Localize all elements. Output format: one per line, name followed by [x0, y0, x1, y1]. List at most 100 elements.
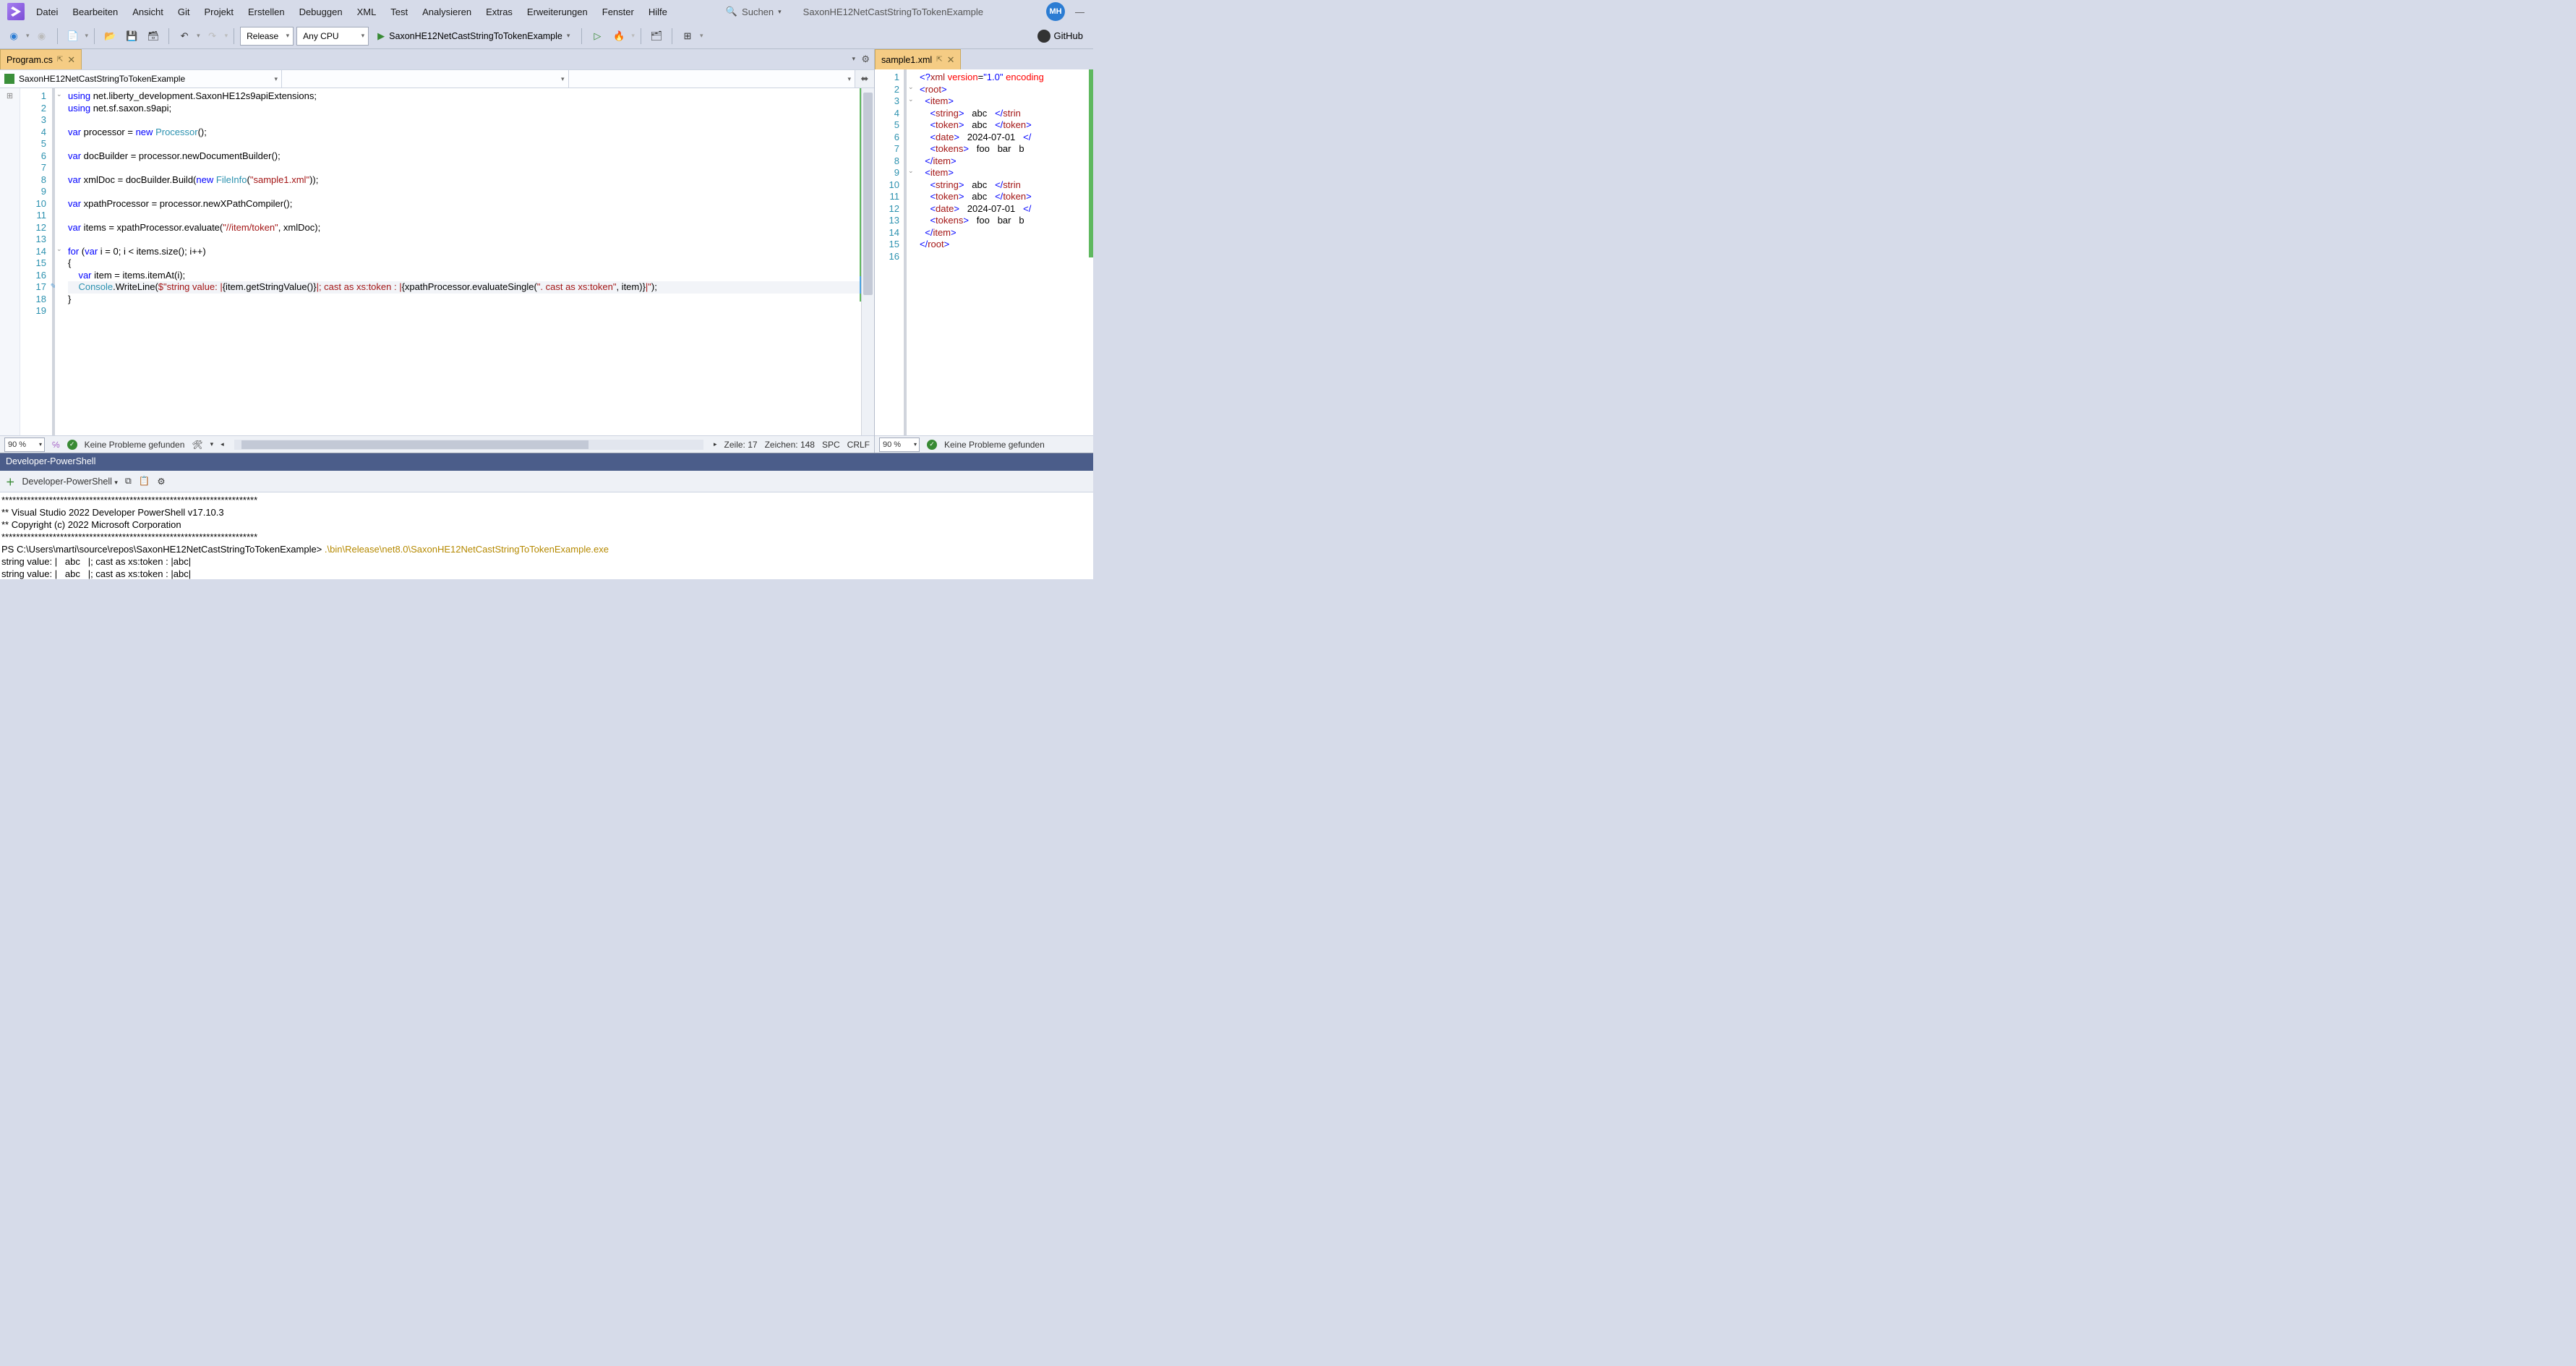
tab-label: sample1.xml: [881, 55, 932, 65]
xml-change-indicator: [1089, 69, 1093, 257]
horizontal-scrollbar[interactable]: [234, 440, 703, 450]
hscroll-right-button[interactable]: ▸: [714, 440, 717, 448]
zoom-combo[interactable]: 90 %: [4, 437, 45, 452]
menu-hilfe[interactable]: Hilfe: [641, 2, 675, 22]
main-toolbar: ◉ ▾ ◉ 📄 ▾ 📂 💾 🗃 ↶ ▾ ↷ ▾ Release Any CPU …: [0, 23, 1093, 49]
menu-projekt[interactable]: Projekt: [197, 2, 241, 22]
indicator-margin: ⊞: [0, 88, 20, 435]
settings-icon[interactable]: ⚙: [157, 476, 165, 487]
save-button[interactable]: 💾: [122, 27, 141, 46]
terminal-output[interactable]: ****************************************…: [0, 492, 1093, 579]
redo-button: ↷: [203, 27, 222, 46]
zoom-combo[interactable]: 90 %: [879, 437, 920, 452]
chevron-down-icon: ▾: [778, 8, 782, 16]
menubar: DateiBearbeitenAnsichtGitProjektErstelle…: [0, 0, 1093, 23]
left-tab-row: Program.cs ⇱ ✕ ▾ ⚙: [0, 49, 874, 69]
pin-icon[interactable]: ⇱: [936, 56, 942, 64]
vertical-scrollbar[interactable]: [861, 88, 874, 435]
undo-button[interactable]: ↶: [175, 27, 194, 46]
menu-git[interactable]: Git: [171, 2, 197, 22]
github-label: GitHub: [1054, 30, 1083, 41]
menu-erweiterungen[interactable]: Erweiterungen: [520, 2, 595, 22]
nav-project-combo[interactable]: SaxonHE12NetCastStringToTokenExample: [0, 70, 282, 87]
tab-sample-xml[interactable]: sample1.xml ⇱ ✕: [875, 49, 961, 69]
xml-line-gutter: 12345678910111213141516: [875, 69, 907, 435]
split-editor-button[interactable]: ⬌: [855, 70, 874, 87]
start-debug-button[interactable]: ▶ SaxonHE12NetCastStringToTokenExample ▾: [372, 27, 575, 46]
menu-test[interactable]: Test: [383, 2, 415, 22]
code-content[interactable]: using net.liberty_development.SaxonHE12s…: [65, 88, 861, 435]
nav-back-button[interactable]: ◉: [4, 27, 23, 46]
nav-type-combo[interactable]: [282, 70, 569, 87]
close-icon[interactable]: ✕: [67, 54, 75, 66]
left-status-bar: 90 % ℅ ✓ Keine Probleme gefunden 🛠 ▾ ◂ ▸…: [0, 435, 874, 453]
ok-icon: ✓: [927, 440, 937, 450]
hot-reload-button: 🔥: [609, 27, 628, 46]
menu-debuggen[interactable]: Debuggen: [292, 2, 350, 22]
github-icon: [1037, 30, 1050, 43]
tab-overflow-button[interactable]: ▾: [852, 55, 855, 63]
paste-icon[interactable]: 📋: [139, 476, 150, 487]
menu-datei[interactable]: Datei: [29, 2, 65, 22]
bottom-panel: Developer-PowerShell ＋ Developer-PowerSh…: [0, 453, 1093, 579]
add-terminal-button[interactable]: ＋: [6, 474, 15, 488]
left-editor-pane: Program.cs ⇱ ✕ ▾ ⚙ SaxonHE12NetCastStrin…: [0, 49, 875, 453]
editor-settings-button[interactable]: ⚙: [861, 54, 870, 65]
close-icon[interactable]: ✕: [947, 54, 955, 66]
spc-indicator[interactable]: SPC: [822, 440, 840, 450]
xml-outline-margin[interactable]: ⌄ ⌄ ⌄: [907, 69, 917, 435]
code-editor[interactable]: ⊞ 1234567891011121314151617✎1819 ⌄ ⌄ usi…: [0, 88, 874, 435]
github-button[interactable]: GitHub: [1032, 30, 1089, 43]
start-without-debug-button[interactable]: ▷: [588, 27, 607, 46]
search-box[interactable]: 🔍 Suchen ▾: [719, 6, 789, 17]
browse-button[interactable]: 🗂: [647, 27, 666, 46]
nav-forward-button: ◉: [33, 27, 51, 46]
xml-editor[interactable]: 12345678910111213141516 ⌄ ⌄ ⌄ <?xml vers…: [875, 69, 1093, 435]
line-number-gutter: 1234567891011121314151617✎1819: [20, 88, 55, 435]
screwdriver-icon[interactable]: 🛠: [192, 440, 202, 450]
start-target-label: SaxonHE12NetCastStringToTokenExample: [389, 31, 562, 41]
workspace: Program.cs ⇱ ✕ ▾ ⚙ SaxonHE12NetCastStrin…: [0, 49, 1093, 453]
menu-ansicht[interactable]: Ansicht: [125, 2, 171, 22]
right-status-bar: 90 % ✓ Keine Probleme gefunden: [875, 435, 1093, 453]
pin-icon[interactable]: ⇱: [57, 56, 63, 64]
ok-icon: ✓: [67, 440, 77, 450]
solution-title: SaxonHE12NetCastStringToTokenExample: [789, 7, 998, 17]
play-icon: ▶: [377, 30, 385, 42]
configuration-combo[interactable]: Release: [240, 27, 294, 46]
line-indicator[interactable]: Zeile: 17: [724, 440, 758, 450]
vs-logo-icon[interactable]: [7, 3, 25, 20]
outline-margin[interactable]: ⌄ ⌄: [55, 88, 65, 435]
open-button[interactable]: 📂: [100, 27, 119, 46]
hscroll-left-button[interactable]: ◂: [221, 440, 224, 448]
terminal-dropdown[interactable]: Developer-PowerShell ▾: [22, 477, 118, 487]
problems-label[interactable]: Keine Probleme gefunden: [85, 440, 185, 450]
csharp-icon: [4, 74, 14, 84]
panel-title[interactable]: Developer-PowerShell: [0, 453, 1093, 471]
menu-extras[interactable]: Extras: [479, 2, 520, 22]
minimize-icon[interactable]: —: [1069, 7, 1090, 17]
menu-fenster[interactable]: Fenster: [595, 2, 641, 22]
user-avatar[interactable]: MH: [1046, 2, 1065, 21]
health-icon[interactable]: ℅: [52, 440, 60, 450]
tab-program-cs[interactable]: Program.cs ⇱ ✕: [0, 49, 82, 69]
menu-xml[interactable]: XML: [350, 2, 384, 22]
navigation-bar: SaxonHE12NetCastStringToTokenExample ⬌: [0, 69, 874, 88]
xml-content[interactable]: <?xml version="1.0" encoding<root> <item…: [917, 69, 1093, 435]
copy-icon[interactable]: ⧉: [125, 476, 132, 487]
nav-member-combo[interactable]: [569, 70, 856, 87]
menu-bearbeiten[interactable]: Bearbeiten: [65, 2, 125, 22]
problems-label[interactable]: Keine Probleme gefunden: [944, 440, 1045, 450]
right-tab-row: sample1.xml ⇱ ✕: [875, 49, 1093, 69]
platform-combo[interactable]: Any CPU: [296, 27, 369, 46]
window-layout-button[interactable]: ⊞: [678, 27, 697, 46]
new-item-button[interactable]: 📄: [64, 27, 82, 46]
menu-analysieren[interactable]: Analysieren: [415, 2, 479, 22]
tab-label: Program.cs: [7, 55, 53, 65]
crlf-indicator[interactable]: CRLF: [847, 440, 870, 450]
search-label: Suchen: [742, 7, 774, 17]
search-icon: 🔍: [726, 6, 737, 17]
save-all-button[interactable]: 🗃: [144, 27, 163, 46]
menu-erstellen[interactable]: Erstellen: [241, 2, 292, 22]
col-indicator[interactable]: Zeichen: 148: [765, 440, 815, 450]
